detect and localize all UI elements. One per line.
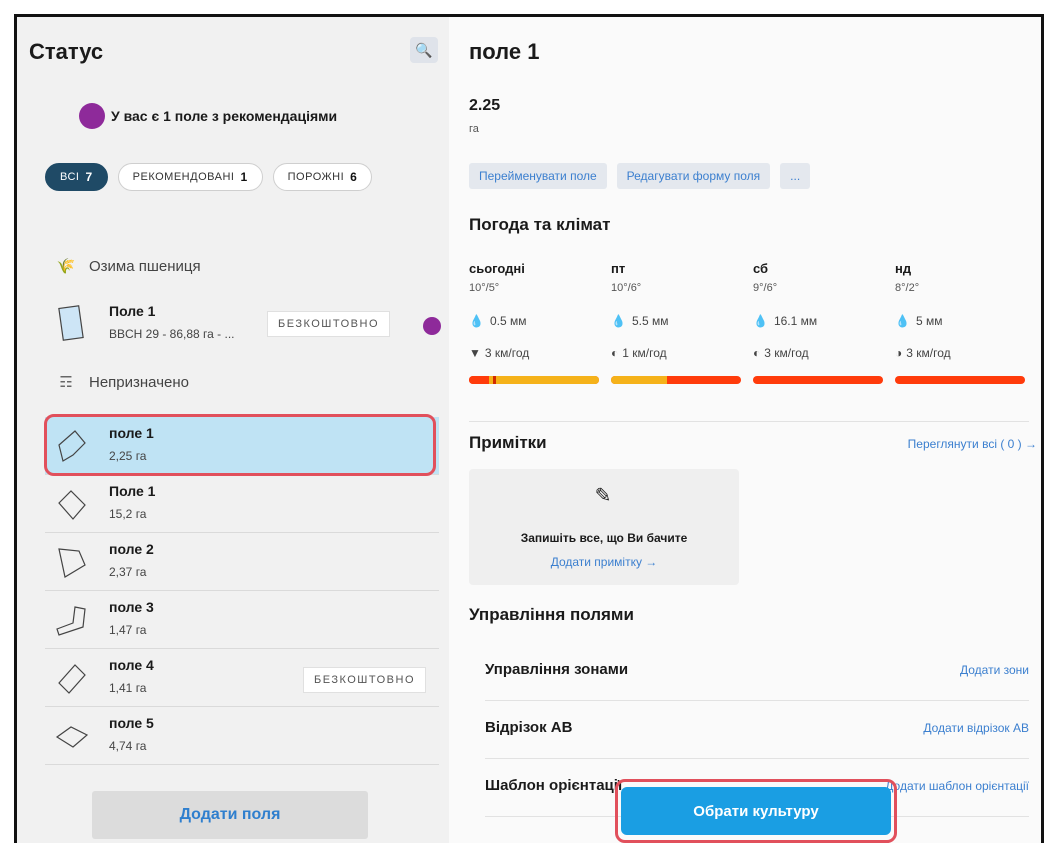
rain-drops-icon: 💧 bbox=[611, 314, 626, 328]
divider bbox=[469, 421, 1029, 422]
weather-day: сьогодні 10°/5° 💧 0.5 мм ▼ 3 км/год bbox=[469, 261, 599, 384]
weather-risk-bar bbox=[469, 376, 599, 384]
free-badge: БЕЗКОШТОВНО bbox=[303, 667, 426, 693]
selection-highlight bbox=[44, 414, 436, 476]
app-window: Статус 🔍 У вас є 1 поле з рекомендаціями… bbox=[14, 14, 1044, 843]
field-row[interactable]: Поле 1 BBCH 29 - 86,88 га - ... БЕЗКОШТО… bbox=[45, 295, 441, 353]
notes-title: Примітки bbox=[469, 433, 547, 452]
weather-title: Погода та клімат bbox=[469, 215, 611, 234]
field-area: 2.25 bbox=[469, 97, 501, 114]
weather-risk-bar bbox=[753, 376, 883, 384]
edit-shape-button[interactable]: Редагувати форму поля bbox=[616, 163, 771, 189]
field-shape-icon bbox=[55, 726, 89, 748]
field-row[interactable]: поле 2 2,37 га bbox=[45, 533, 439, 591]
field-shape-icon bbox=[56, 606, 86, 636]
field-actions: Перейменувати поле Редагувати форму поля… bbox=[469, 163, 811, 189]
field-row[interactable]: поле 4 1,41 га БЕЗКОШТОВНО bbox=[45, 649, 439, 707]
weather-risk-bar bbox=[611, 376, 741, 384]
add-orientation-link[interactable]: Додати шаблон орієнтації bbox=[885, 779, 1029, 793]
rain-drops-icon: 💧 bbox=[753, 314, 768, 328]
more-button[interactable]: ... bbox=[780, 163, 811, 189]
recommendation-banner[interactable]: У вас є 1 поле з рекомендаціями bbox=[79, 103, 337, 129]
weather-risk-bar bbox=[895, 376, 1025, 384]
filter-chips: ВСІ 7 РЕКОМЕНДОВАНІ 1 ПОРОЖНІ 6 bbox=[45, 163, 373, 191]
view-all-notes-link[interactable]: Переглянути всі ( 0 ) → bbox=[908, 437, 1037, 451]
wind-direction-icon: ◐ bbox=[753, 346, 761, 360]
field-row[interactable]: Поле 1 15,2 га bbox=[45, 475, 439, 533]
free-badge: БЕЗКОШТОВНО bbox=[267, 311, 390, 337]
search-icon: 🔍 bbox=[415, 41, 433, 58]
field-shape-icon bbox=[58, 305, 84, 341]
wind-direction-icon: ▼ bbox=[469, 346, 481, 360]
field-shape-icon bbox=[58, 490, 86, 520]
recommendation-text: У вас є 1 поле з рекомендаціями bbox=[111, 108, 338, 124]
group-unassigned[interactable]: ☶ Непризначено bbox=[55, 373, 189, 392]
wind-direction-icon: ◐ bbox=[611, 346, 619, 360]
field-row[interactable]: поле 5 4,74 га bbox=[45, 707, 439, 765]
weather-day: сб 9°/6° 💧 16.1 мм ◐ 3 км/год bbox=[753, 261, 883, 384]
rain-drops-icon: 💧 bbox=[469, 314, 484, 328]
management-row-ab-line[interactable]: Відрізок АВ Додати відрізок АВ bbox=[485, 701, 1029, 759]
add-zones-link[interactable]: Додати зони bbox=[960, 663, 1029, 677]
add-note-link[interactable]: Додати примітку → bbox=[469, 555, 739, 569]
management-title: Управління полями bbox=[469, 605, 634, 624]
weather-day: пт 10°/6° 💧 5.5 мм ◐ 1 км/год bbox=[611, 261, 741, 384]
field-area-unit: га bbox=[469, 123, 479, 135]
button-highlight bbox=[615, 779, 897, 843]
field-title: поле 1 bbox=[469, 39, 540, 64]
field-details-panel: поле 1 2.25 га Перейменувати поле Редагу… bbox=[449, 17, 1041, 843]
filter-all[interactable]: ВСІ 7 bbox=[45, 163, 108, 191]
add-ab-line-link[interactable]: Додати відрізок АВ bbox=[923, 721, 1029, 735]
group-winter-wheat[interactable]: 🌾 Озима пшениця bbox=[55, 257, 201, 276]
notes-empty-card: ✎ Запишіть все, що Ви бачите Додати прим… bbox=[469, 469, 739, 585]
fields-sidebar: Статус 🔍 У вас є 1 поле з рекомендаціями… bbox=[17, 17, 449, 843]
edit-note-icon: ✎ bbox=[594, 485, 612, 507]
weather-day: нд 8°/2° 💧 5 мм ◑ 3 км/год bbox=[895, 261, 1025, 384]
field-shape-icon bbox=[58, 548, 86, 578]
unassigned-icon: ☶ bbox=[59, 374, 73, 391]
recommendation-dot-icon bbox=[79, 103, 105, 129]
wind-direction-icon: ◑ bbox=[895, 346, 903, 360]
filter-empty[interactable]: ПОРОЖНІ 6 bbox=[272, 163, 373, 191]
filter-recommended[interactable]: РЕКОМЕНДОВАНІ 1 bbox=[117, 163, 263, 191]
rename-field-button[interactable]: Перейменувати поле bbox=[469, 163, 607, 189]
search-button[interactable]: 🔍 bbox=[410, 37, 438, 63]
field-shape-icon bbox=[58, 664, 86, 694]
wheat-icon: 🌾 bbox=[56, 258, 76, 275]
rain-drops-icon: 💧 bbox=[895, 314, 910, 328]
management-row-zones[interactable]: Управління зонами Додати зони bbox=[485, 643, 1029, 701]
field-row[interactable]: поле 3 1,47 га bbox=[45, 591, 439, 649]
sidebar-title: Статус bbox=[29, 39, 104, 64]
add-fields-button[interactable]: Додати поля bbox=[92, 791, 368, 839]
recommendation-dot-icon bbox=[423, 317, 441, 335]
